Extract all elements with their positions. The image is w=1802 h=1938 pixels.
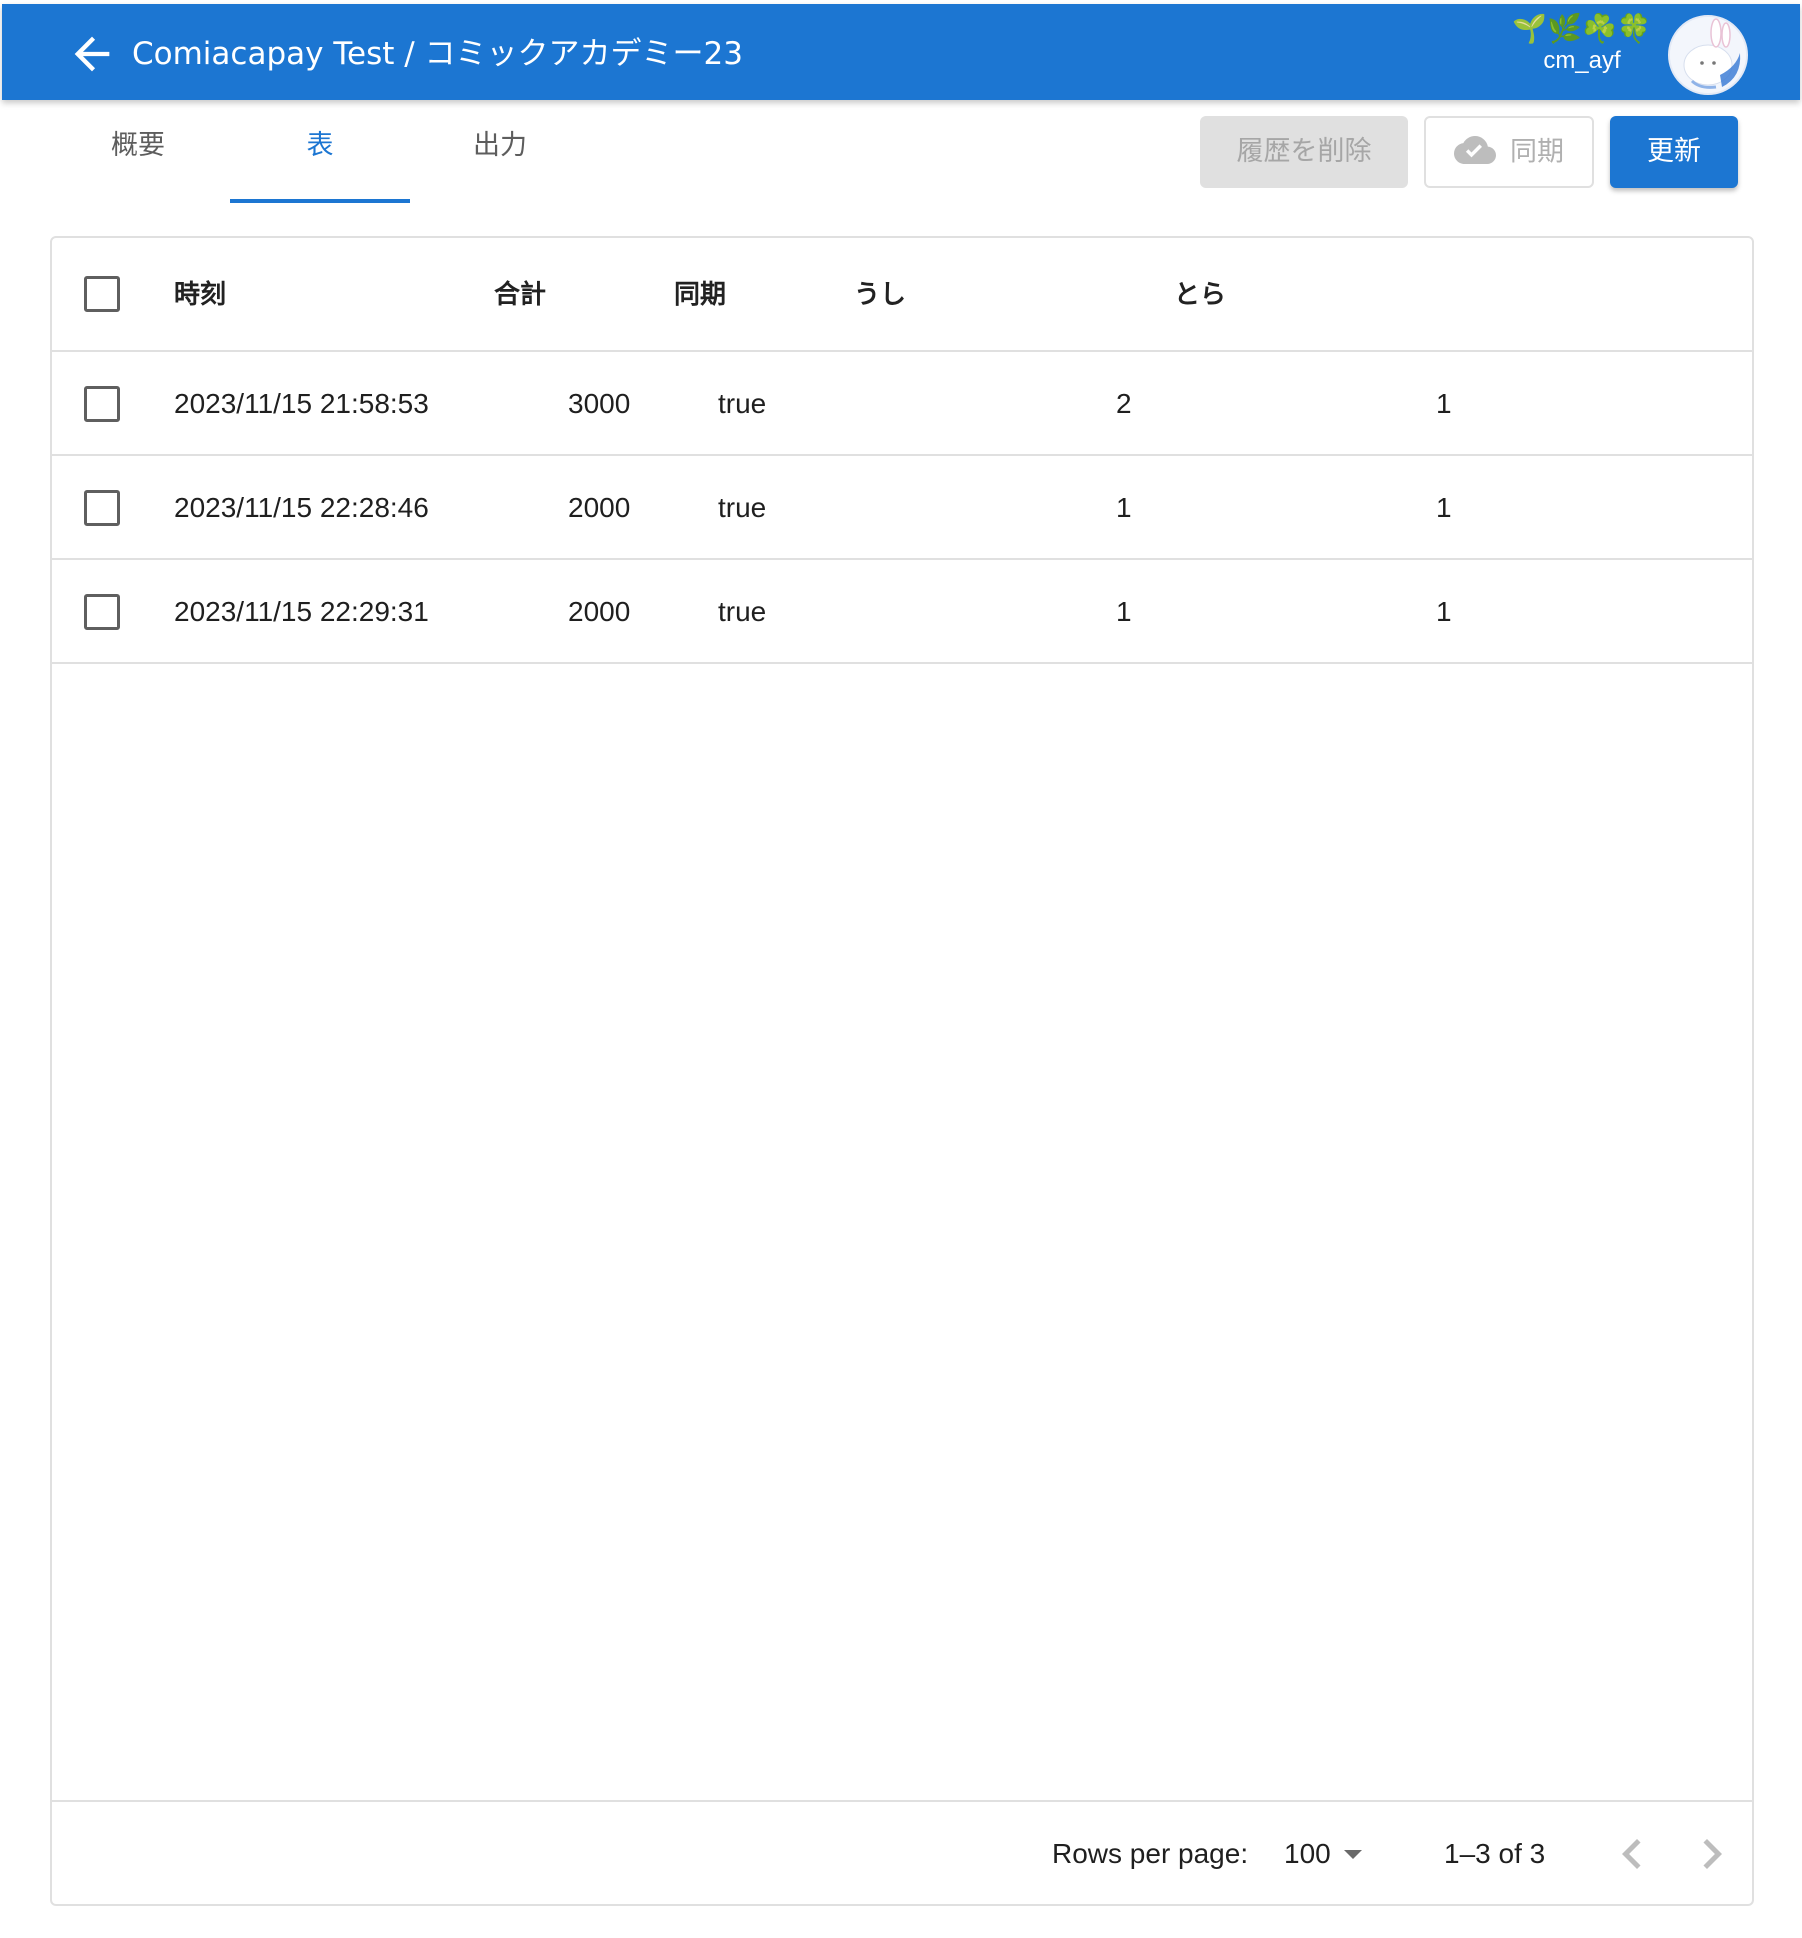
sync-button-label: 同期 (1510, 136, 1564, 168)
chevron-left-icon (1622, 1839, 1641, 1869)
data-grid: 時刻 合計 同期 うし とら 2023/11/15 21:58:53 3000 … (50, 236, 1754, 1906)
next-page-button[interactable] (1682, 1824, 1742, 1884)
pagination-footer: Rows per page: 100 1–3 of 3 (52, 1800, 1752, 1904)
refresh-button[interactable]: 更新 (1610, 116, 1738, 188)
table-header-row: 時刻 合計 同期 うし とら (52, 238, 1752, 352)
tab-table[interactable]: 表 (230, 112, 410, 204)
sync-button[interactable]: 同期 (1424, 116, 1594, 188)
table-row[interactable]: 2023/11/15 22:28:46 2000 true 1 1 (52, 456, 1752, 560)
rows-per-page-value: 100 (1284, 1838, 1331, 1869)
active-tab-indicator (230, 199, 410, 203)
cell-tora: 1 (1436, 596, 1452, 627)
column-header-synced[interactable]: 同期 (674, 274, 726, 316)
cell-total: 2000 (568, 596, 631, 627)
cloud-done-icon (1454, 135, 1496, 164)
previous-page-button[interactable] (1602, 1824, 1662, 1884)
cell-ushi: 1 (1116, 492, 1132, 523)
column-header-tora[interactable]: とら (1174, 274, 1226, 316)
cell-total: 2000 (568, 492, 631, 523)
cell-synced: true (718, 596, 767, 627)
user-name: cm_ayf (1543, 47, 1621, 74)
cell-time: 2023/11/15 21:58:53 (174, 388, 429, 419)
cell-ushi: 1 (1116, 596, 1132, 627)
column-header-ushi[interactable]: うし (854, 274, 906, 316)
back-arrow-icon[interactable] (66, 28, 118, 80)
rows-per-page-label: Rows per page: (1052, 1838, 1249, 1869)
table-row[interactable]: 2023/11/15 21:58:53 3000 true 2 1 (52, 352, 1752, 456)
column-header-total[interactable]: 合計 (494, 274, 546, 316)
user-info: 🌱🌿☘️🍀 cm_ayf (1512, 12, 1652, 92)
cell-total: 3000 (568, 388, 631, 419)
page-range: 1–3 of 3 (1444, 1838, 1546, 1869)
rows-per-page-select[interactable]: 100 (1284, 1834, 1374, 1874)
cell-tora: 1 (1436, 492, 1452, 523)
tab-export[interactable]: 出力 (410, 112, 590, 204)
user-emoji: 🌱🌿☘️🍀 (1512, 12, 1652, 45)
cell-time: 2023/11/15 22:28:46 (174, 492, 429, 523)
page-title: Comiacapay Test / コミックアカデミー23 (132, 36, 743, 72)
row-checkbox[interactable] (84, 386, 120, 422)
avatar[interactable] (1668, 15, 1748, 95)
table-row[interactable]: 2023/11/15 22:29:31 2000 true 1 1 (52, 560, 1752, 664)
cell-synced: true (718, 388, 767, 419)
cell-ushi: 2 (1116, 388, 1132, 419)
cell-tora: 1 (1436, 388, 1452, 419)
app-bar: Comiacapay Test / コミックアカデミー23 🌱🌿☘️🍀 cm_a… (2, 4, 1800, 100)
clear-history-button[interactable]: 履歴を削除 (1200, 116, 1408, 188)
column-header-time[interactable]: 時刻 (174, 274, 226, 316)
dropdown-caret-icon (1344, 1850, 1362, 1859)
row-checkbox[interactable] (84, 490, 120, 526)
cell-synced: true (718, 492, 767, 523)
select-all-checkbox[interactable] (84, 276, 120, 312)
chevron-right-icon (1703, 1839, 1722, 1869)
row-checkbox[interactable] (84, 594, 120, 630)
tab-overview[interactable]: 概要 (48, 112, 228, 204)
cell-time: 2023/11/15 22:29:31 (174, 596, 429, 627)
